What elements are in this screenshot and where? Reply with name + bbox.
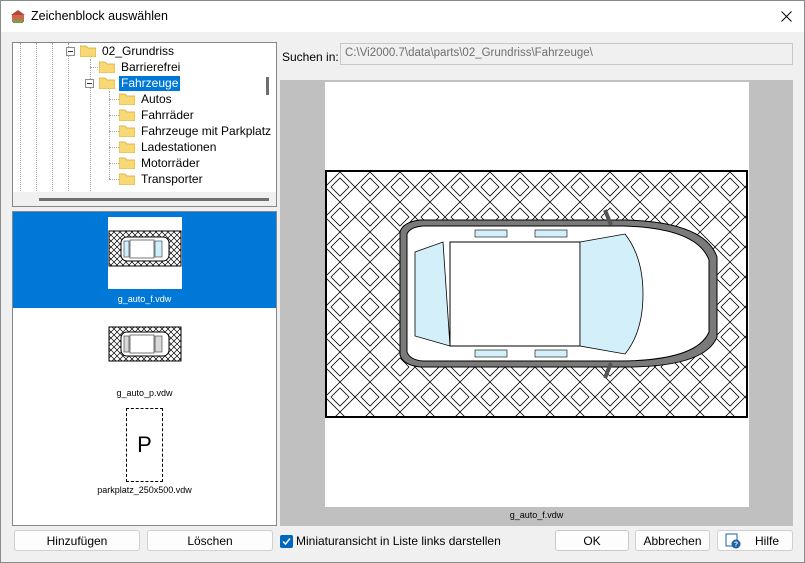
- cancel-button[interactable]: Abbrechen: [635, 530, 710, 551]
- svg-text:?: ?: [734, 541, 738, 548]
- search-path-label: Suchen in:: [282, 50, 339, 64]
- folder-icon: [80, 45, 96, 57]
- preview-area: g_auto_f.vdw: [280, 80, 793, 526]
- tree-item-label: Autos: [141, 91, 172, 106]
- parking-symbol: P: [137, 432, 152, 457]
- close-button[interactable]: [774, 5, 798, 27]
- thumbnail-view-checkbox[interactable]: Miniaturansicht in Liste links darstelle…: [280, 534, 501, 548]
- app-icon: [11, 10, 25, 23]
- folder-icon: [119, 141, 135, 153]
- tree-item-motorraeder[interactable]: Motorräder: [119, 155, 202, 171]
- tree-item-label: 02_Grundriss: [102, 43, 175, 58]
- tree-guide-line: [109, 163, 119, 164]
- tree-guide-line: [52, 43, 53, 193]
- tree-item-ladestationen[interactable]: Ladestationen: [119, 139, 218, 155]
- add-button[interactable]: Hinzufügen: [14, 530, 140, 551]
- collapse-toggle[interactable]: [85, 79, 94, 88]
- horizontal-scrollbar-thumb[interactable]: [39, 198, 269, 201]
- folder-icon: [119, 173, 135, 185]
- close-icon: [780, 10, 792, 22]
- checkbox-checked-icon[interactable]: [280, 534, 293, 548]
- window-title: Zeichenblock auswählen: [31, 9, 168, 23]
- tree-item-autos[interactable]: Autos: [119, 91, 174, 107]
- tree-item-label: Motorräder: [141, 155, 200, 170]
- delete-button[interactable]: Löschen: [147, 530, 273, 551]
- horizontal-scrollbar[interactable]: [13, 192, 276, 206]
- car-drawing-preview: [325, 170, 748, 418]
- tree-item-label: Ladestationen: [141, 139, 217, 154]
- thumbnail-item[interactable]: g_auto_f.vdw: [13, 212, 276, 308]
- checkbox-label: Miniaturansicht in Liste links darstelle…: [296, 534, 501, 548]
- tree-guide-line: [109, 131, 119, 132]
- ok-button[interactable]: OK: [555, 530, 629, 551]
- preview-canvas: [325, 82, 749, 507]
- thumbnail-caption: parkplatz_250x500.vdw: [97, 485, 192, 495]
- title-bar: Zeichenblock auswählen: [1, 1, 804, 32]
- tree-item-barrierefrei[interactable]: Barrierefrei: [99, 59, 182, 75]
- help-label: Hilfe: [755, 533, 780, 548]
- tree-guide-line: [68, 43, 69, 193]
- tree-item-label: Barrierefrei: [121, 59, 181, 74]
- tree-guide-line: [109, 147, 119, 148]
- folder-icon: [119, 157, 135, 169]
- dialog-window: Zeichenblock auswählen 02_Grundriss Barr…: [0, 0, 805, 563]
- tree-item-label: Fahrzeuge mit Parkplatz: [141, 123, 272, 138]
- thumbnail-item[interactable]: P parkplatz_250x500.vdw: [13, 404, 276, 500]
- folder-icon: [119, 125, 135, 137]
- check-icon: [282, 537, 291, 545]
- tree-item-fahrzeuge[interactable]: Fahrzeuge: [99, 75, 181, 91]
- vertical-scrollbar-thumb[interactable]: [266, 77, 269, 95]
- tree-guide-line: [36, 43, 37, 193]
- folder-icon: [99, 61, 115, 73]
- tree-item-label: Fahrzeuge: [119, 75, 181, 91]
- tree-guide-line: [109, 115, 119, 116]
- folder-tree[interactable]: 02_Grundriss Barrierefrei Fahrzeuge Auto…: [12, 42, 277, 207]
- tree-guide-line: [20, 43, 21, 193]
- thumbnail-caption: g_auto_f.vdw: [117, 294, 172, 304]
- tree-item-02-grundriss[interactable]: 02_Grundriss: [80, 43, 176, 59]
- thumbnail-caption: g_auto_p.vdw: [116, 388, 173, 398]
- folder-icon: [119, 93, 135, 105]
- preview-caption: g_auto_f.vdw: [509, 510, 564, 520]
- folder-icon: [119, 109, 135, 121]
- help-icon: ?: [725, 533, 741, 548]
- tree-item-label: Transporter: [141, 171, 203, 186]
- search-path-field: C:\Vi2000.7\data\parts\02_Grundriss\Fahr…: [340, 43, 793, 65]
- tree-guide-line: [109, 99, 119, 100]
- tree-item-label: Fahrräder: [141, 107, 194, 122]
- collapse-toggle[interactable]: [66, 47, 75, 56]
- help-button[interactable]: ? Hilfe: [717, 530, 793, 551]
- car-block-preview: [108, 217, 182, 289]
- tree-guide-line: [109, 91, 110, 179]
- folder-open-icon: [99, 77, 115, 89]
- thumbnail-item[interactable]: g_auto_p.vdw: [13, 308, 276, 404]
- tree-item-fahrzeuge-mit-parkplatz[interactable]: Fahrzeuge mit Parkplatz: [119, 123, 273, 139]
- tree-item-fahrraeder[interactable]: Fahrräder: [119, 107, 196, 123]
- parking-block-preview: P: [126, 408, 163, 482]
- car-block-preview: [108, 326, 182, 362]
- tree-item-transporter[interactable]: Transporter: [119, 171, 205, 187]
- tree-guide-line: [109, 179, 119, 180]
- thumbnail-list[interactable]: g_auto_f.vdw g_auto_p.vdw P parkplatz_25…: [12, 211, 277, 526]
